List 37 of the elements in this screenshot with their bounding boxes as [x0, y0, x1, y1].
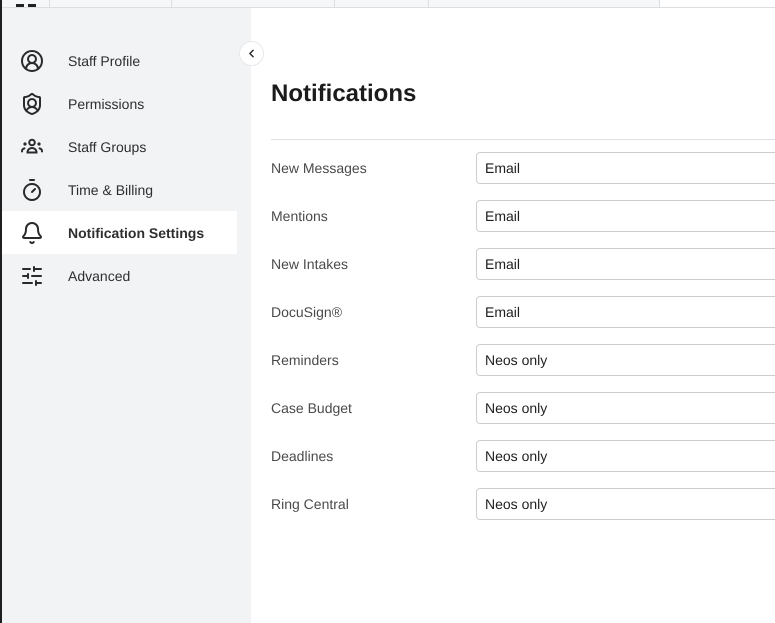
select-field[interactable]: Email: [476, 296, 775, 328]
select-field[interactable]: Neos only: [476, 488, 775, 520]
sliders-icon: [20, 264, 44, 288]
grid-icon[interactable]: [16, 4, 36, 7]
sidebar-item-label: Permissions: [68, 96, 144, 112]
page-title: Notifications: [271, 79, 416, 109]
sidebar-item-label: Advanced: [68, 268, 130, 284]
setting-label: Reminders: [271, 352, 340, 368]
sidebar-item[interactable]: Advanced: [2, 254, 237, 297]
select-field[interactable]: Email: [476, 248, 775, 280]
sidebar-item-label: Notification Settings: [68, 224, 204, 240]
bell-icon: [20, 220, 44, 244]
setting-label: New Intakes: [271, 256, 350, 272]
sidebar-item-label: Staff Profile: [68, 52, 140, 68]
select-field[interactable]: Neos only: [476, 392, 775, 424]
stopwatch-icon: [20, 178, 44, 202]
select-field[interactable]: Neos only: [476, 344, 775, 376]
sidebar-item[interactable]: Staff Groups: [2, 125, 237, 168]
sidebar-item-label: Staff Groups: [68, 138, 146, 154]
setting-label: Mentions: [271, 208, 329, 224]
setting-label: Case Budget: [271, 400, 353, 416]
collapse-button[interactable]: [239, 41, 264, 66]
user-circle-icon: [20, 48, 44, 72]
tab[interactable]: [2, 0, 50, 7]
setting-label: Deadlines: [271, 448, 334, 464]
setting-label: Ring Central: [271, 496, 350, 512]
select-field[interactable]: Neos only: [476, 440, 775, 472]
shield-user-icon: [20, 92, 44, 116]
sidebar-item[interactable]: Notification Settings: [2, 211, 237, 254]
sidebar-item-label: Time & Billing: [68, 182, 154, 198]
select-field[interactable]: Email: [476, 200, 775, 232]
sidebar-item[interactable]: Staff Profile: [2, 39, 237, 82]
sidebar-item[interactable]: Permissions: [2, 82, 237, 125]
select-field[interactable]: Email: [476, 152, 775, 184]
setting-label: New Messages: [271, 160, 368, 176]
sidebar-item[interactable]: Time & Billing: [2, 168, 237, 211]
setting-label: DocuSign®: [271, 304, 344, 320]
